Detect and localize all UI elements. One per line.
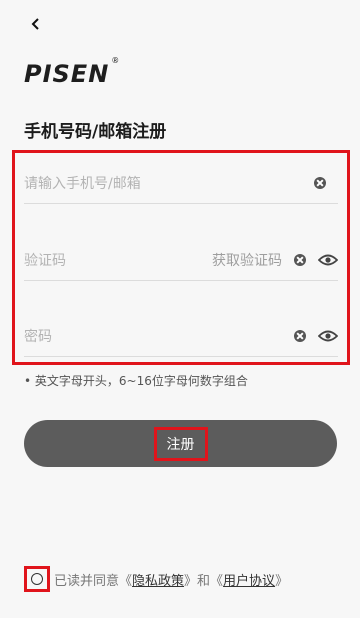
password-input[interactable]: 密码 xyxy=(24,326,294,346)
radio-circle-icon xyxy=(31,573,43,585)
user-agreement-link[interactable]: 用户协议 xyxy=(223,570,275,589)
chevron-left-icon xyxy=(31,18,39,30)
password-field[interactable]: 密码 xyxy=(24,316,338,357)
logo-registered-mark: ® xyxy=(111,56,121,65)
brand-logo: PISEN ® xyxy=(24,56,120,88)
eye-icon[interactable] xyxy=(318,329,338,343)
clear-icon[interactable] xyxy=(314,177,326,189)
page-title: 手机号码/邮箱注册 xyxy=(24,122,167,142)
back-button[interactable] xyxy=(22,10,50,38)
agreement-suffix: 》 xyxy=(275,573,289,589)
register-label: 注册 xyxy=(153,426,208,461)
agree-checkbox[interactable] xyxy=(24,566,50,592)
clear-icon[interactable] xyxy=(294,254,306,266)
privacy-policy-link[interactable]: 隐私政策 xyxy=(132,570,184,589)
account-input[interactable]: 请输入手机号/邮箱 xyxy=(24,173,314,193)
code-input[interactable]: 验证码 xyxy=(24,250,212,270)
agreement-row: 已读并同意《 隐私政策 》和《 用户协议 》 xyxy=(24,566,288,592)
clear-icon[interactable] xyxy=(294,330,306,342)
agreement-prefix: 已读并同意《 xyxy=(54,573,133,589)
get-code-button[interactable]: 获取验证码 xyxy=(212,250,282,270)
register-button[interactable]: 注册 xyxy=(24,420,337,467)
eye-icon[interactable] xyxy=(318,253,338,267)
password-hint: • 英文字母开头，6~16位字母何数字组合 xyxy=(24,374,248,388)
agreement-middle: 》和《 xyxy=(184,573,224,589)
logo-text: PISEN xyxy=(24,60,110,88)
account-field[interactable]: 请输入手机号/邮箱 xyxy=(24,163,338,204)
verification-code-field[interactable]: 验证码 获取验证码 xyxy=(24,240,338,281)
